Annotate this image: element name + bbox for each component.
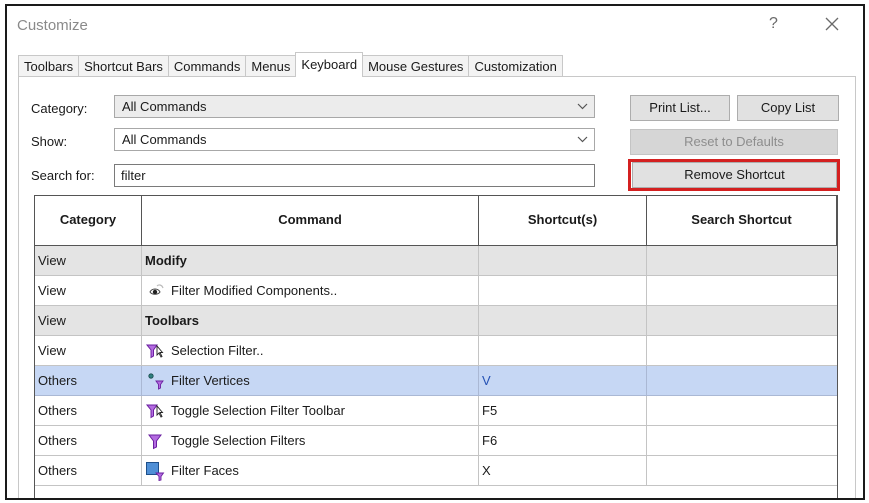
print-list-button[interactable]: Print List... bbox=[630, 95, 730, 121]
row-search-shortcut[interactable] bbox=[647, 366, 837, 396]
table-row-selected[interactable]: Others Filter Vertices V bbox=[35, 366, 837, 396]
tab-customization[interactable]: Customization bbox=[468, 55, 563, 77]
row-category: Others bbox=[35, 396, 142, 426]
customize-dialog: Customize ? Toolbars Shortcut Bars Comma… bbox=[5, 4, 865, 500]
shortcut-table: Category Command Shortcut(s) Search Shor… bbox=[34, 195, 838, 498]
row-search-shortcut[interactable] bbox=[647, 276, 837, 306]
chevron-down-icon bbox=[577, 136, 588, 143]
search-label: Search for: bbox=[31, 168, 95, 183]
show-label: Show: bbox=[31, 134, 68, 149]
row-command: Selection Filter.. bbox=[142, 336, 479, 366]
column-header-search-shortcut[interactable]: Search Shortcut bbox=[647, 196, 837, 246]
close-icon[interactable] bbox=[823, 15, 841, 33]
row-shortcut[interactable] bbox=[479, 246, 647, 276]
row-category: Others bbox=[35, 456, 142, 486]
category-label: Category: bbox=[31, 101, 88, 116]
dialog-title: Customize bbox=[17, 17, 88, 34]
show-dropdown[interactable]: All Commands bbox=[114, 128, 595, 151]
row-command: Toggle Selection Filters bbox=[142, 426, 479, 456]
row-shortcut[interactable]: F6 bbox=[479, 426, 647, 456]
table-header: Category Command Shortcut(s) Search Shor… bbox=[35, 196, 837, 246]
row-search-shortcut[interactable] bbox=[647, 246, 837, 276]
row-search-shortcut[interactable] bbox=[647, 396, 837, 426]
filter-cursor-icon bbox=[145, 344, 164, 359]
row-command: Toggle Selection Filter Toolbar bbox=[142, 396, 479, 426]
copy-list-button[interactable]: Copy List bbox=[737, 95, 839, 121]
row-category: Others bbox=[35, 426, 142, 456]
row-search-shortcut[interactable] bbox=[647, 456, 837, 486]
row-command: Filter Modified Components.. bbox=[142, 276, 479, 306]
search-input[interactable] bbox=[114, 164, 595, 187]
row-search-shortcut[interactable] bbox=[647, 306, 837, 336]
row-shortcut[interactable] bbox=[479, 306, 647, 336]
row-command-label: Filter Faces bbox=[171, 463, 239, 478]
tab-mouse-gestures[interactable]: Mouse Gestures bbox=[362, 55, 470, 77]
row-search-shortcut[interactable] bbox=[647, 336, 837, 366]
row-command-label: Filter Vertices bbox=[171, 373, 250, 388]
table-row[interactable]: Others Toggle Selection Filter Toolbar F… bbox=[35, 396, 837, 426]
row-group-title: Toolbars bbox=[142, 306, 479, 336]
table-row[interactable]: View Selection Filter.. bbox=[35, 336, 837, 366]
table-row[interactable]: Others Filter Faces X bbox=[35, 456, 837, 486]
tab-toolbars[interactable]: Toolbars bbox=[18, 55, 80, 77]
table-row[interactable]: View Modify bbox=[35, 246, 837, 276]
help-button[interactable]: ? bbox=[769, 15, 778, 33]
row-category: Others bbox=[35, 366, 142, 396]
table-row[interactable]: Others Toggle Selection Filters F6 bbox=[35, 426, 837, 456]
column-header-category[interactable]: Category bbox=[35, 196, 142, 246]
column-header-shortcuts[interactable]: Shortcut(s) bbox=[479, 196, 647, 246]
row-shortcut[interactable]: F5 bbox=[479, 396, 647, 426]
row-command-label: Filter Modified Components.. bbox=[171, 283, 338, 298]
row-category: View bbox=[35, 246, 142, 276]
row-shortcut[interactable]: X bbox=[479, 456, 647, 486]
row-search-shortcut[interactable] bbox=[647, 426, 837, 456]
filter-cursor-icon bbox=[145, 404, 164, 419]
tab-shortcut-bars[interactable]: Shortcut Bars bbox=[78, 55, 169, 77]
keyboard-panel: Category: All Commands Show: All Command… bbox=[18, 76, 856, 498]
row-command-label: Toggle Selection Filters bbox=[171, 433, 306, 448]
highlight-annotation bbox=[628, 159, 840, 191]
title-bar: Customize ? bbox=[7, 6, 863, 46]
row-category: View bbox=[35, 306, 142, 336]
row-category: View bbox=[35, 276, 142, 306]
chevron-down-icon bbox=[577, 103, 588, 110]
tab-strip: Toolbars Shortcut Bars Commands Menus Ke… bbox=[18, 52, 563, 77]
funnel-icon bbox=[148, 434, 162, 450]
row-shortcut[interactable] bbox=[479, 276, 647, 306]
column-header-command[interactable]: Command bbox=[142, 196, 479, 246]
tab-menus[interactable]: Menus bbox=[245, 55, 297, 77]
row-command-label: Selection Filter.. bbox=[171, 343, 264, 358]
tab-keyboard[interactable]: Keyboard bbox=[295, 52, 364, 77]
category-dropdown[interactable]: All Commands bbox=[114, 95, 595, 118]
row-category: View bbox=[35, 336, 142, 366]
tab-commands[interactable]: Commands bbox=[167, 55, 247, 77]
row-command: Filter Faces bbox=[142, 456, 479, 486]
row-shortcut[interactable] bbox=[479, 336, 647, 366]
row-shortcut[interactable]: V bbox=[479, 366, 647, 396]
row-command: Filter Vertices bbox=[142, 366, 479, 396]
category-dropdown-value: All Commands bbox=[122, 99, 207, 114]
filter-vertices-icon bbox=[148, 373, 164, 390]
eye-icon bbox=[149, 284, 164, 295]
filter-faces-icon bbox=[146, 462, 165, 481]
reset-to-defaults-button[interactable]: Reset to Defaults bbox=[630, 129, 838, 155]
row-command-label: Toggle Selection Filter Toolbar bbox=[171, 403, 345, 418]
table-row[interactable]: View Toolbars bbox=[35, 306, 837, 336]
show-dropdown-value: All Commands bbox=[122, 132, 207, 147]
row-group-title: Modify bbox=[142, 246, 479, 276]
table-row[interactable]: View Filter Modified Components.. bbox=[35, 276, 837, 306]
